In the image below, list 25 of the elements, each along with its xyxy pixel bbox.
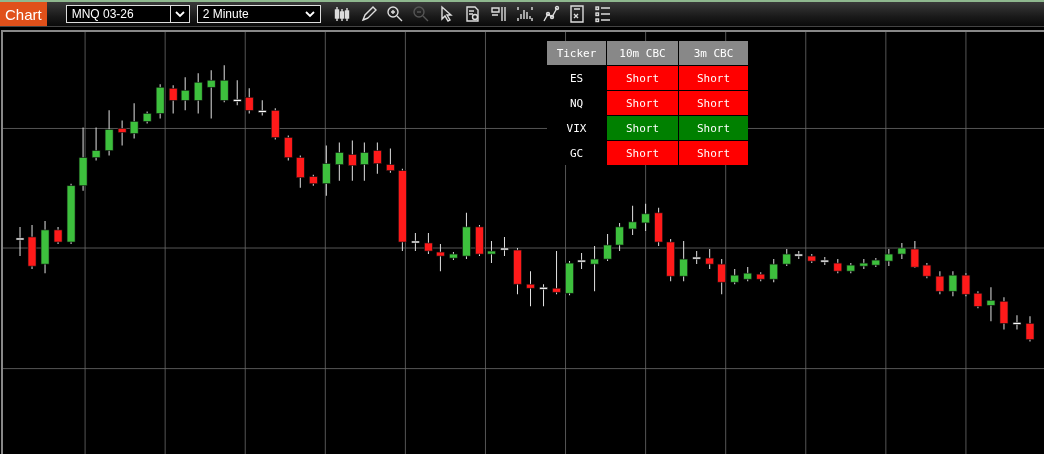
- list-icon[interactable]: [593, 5, 612, 23]
- interval-dropdown[interactable]: 2 Minute: [196, 5, 321, 23]
- candlestick-icon[interactable]: [333, 5, 352, 23]
- signal-cell: Short: [607, 91, 678, 115]
- signal-cell: Short: [607, 116, 678, 140]
- column-header: Ticker: [547, 41, 606, 65]
- line-chart-icon[interactable]: [541, 5, 560, 23]
- column-header: 10m CBC: [607, 41, 678, 65]
- pencil-icon[interactable]: [359, 5, 378, 23]
- columns-icon[interactable]: [489, 5, 508, 23]
- bar-chart-icon[interactable]: [515, 5, 534, 23]
- chevron-down-icon: [174, 10, 185, 18]
- column-header: 3m CBC: [679, 41, 748, 65]
- zoom-in-icon[interactable]: [385, 5, 404, 23]
- chevron-down-icon: [304, 10, 315, 18]
- calculator-icon[interactable]: [567, 5, 586, 23]
- chart-tab[interactable]: Chart: [0, 2, 47, 26]
- signal-cell: Short: [679, 141, 748, 165]
- symbol-dropdown[interactable]: MNQ 03-26: [65, 5, 190, 23]
- document-search-icon[interactable]: [463, 5, 482, 23]
- signal-cell: Short: [607, 66, 678, 90]
- signal-cell: Short: [679, 116, 748, 140]
- signal-cell: Short: [679, 66, 748, 90]
- signal-cell: Short: [607, 141, 678, 165]
- signal-cell: Short: [679, 91, 748, 115]
